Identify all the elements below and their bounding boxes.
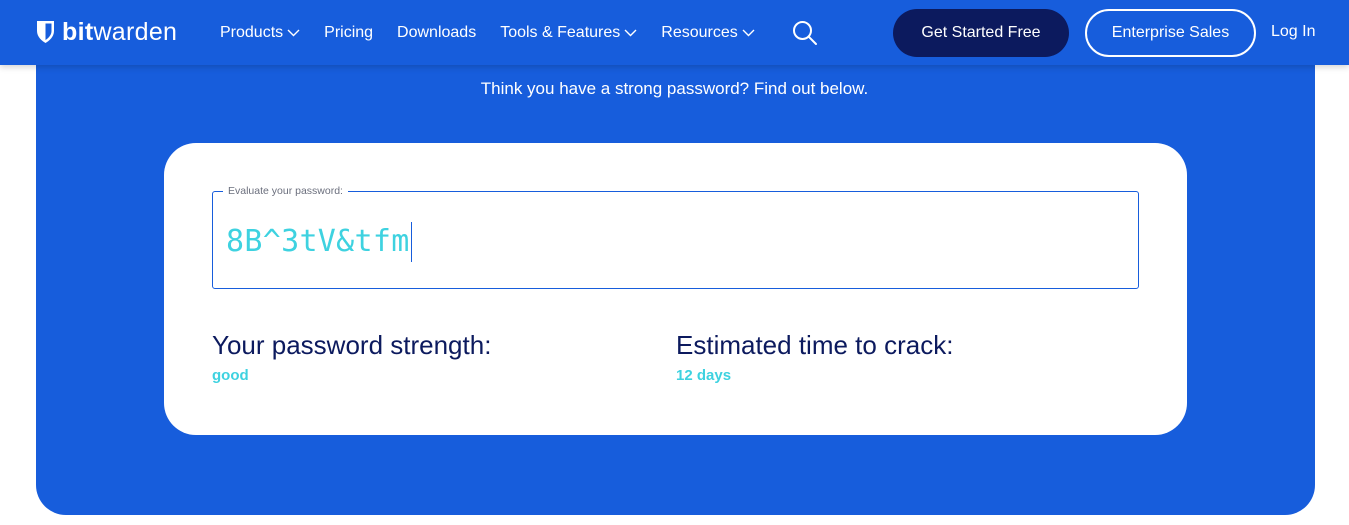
crack-time-result: Estimated time to crack: 12 days [676,330,953,384]
shield-icon [37,21,54,43]
bitwarden-logo[interactable]: bitwarden [36,19,177,45]
password-input-value[interactable]: 8B^3tV&tfm [226,222,412,262]
section-tagline: Think you have a strong password? Find o… [480,79,869,98]
top-navbar: bitwarden Products Pricing Downloads Too… [0,0,1349,65]
menu-tools-features-label: Tools & Features [500,23,621,41]
menu-pricing[interactable]: Pricing [324,24,373,42]
chevron-down-icon [624,29,637,36]
search-icon[interactable] [792,20,818,46]
menu-tools-features[interactable]: Tools & Features [500,24,637,42]
menu-pricing-label: Pricing [324,23,374,41]
strength-value: good [212,367,249,384]
crack-time-heading: Estimated time to crack: [676,330,954,360]
brand-name: bitwarden [62,19,177,45]
menu-downloads-label: Downloads [397,23,477,41]
text-caret [410,222,412,262]
menu-products[interactable]: Products [220,24,300,42]
menu-products-label: Products [220,23,284,41]
password-input-label: Evaluate your password: [223,185,348,197]
login-link[interactable]: Log In [1271,23,1315,41]
get-started-free-button[interactable]: Get Started Free [893,9,1069,57]
password-checker-card: Evaluate your password: 8B^3tV&tfm Your … [164,143,1187,435]
password-input[interactable]: Evaluate your password: 8B^3tV&tfm [212,185,1139,289]
strength-heading: Your password strength: [212,330,492,360]
brand-name-light: warden [93,18,178,46]
brand-name-bold: bit [62,18,94,46]
menu-resources-label: Resources [661,23,738,41]
enterprise-sales-button[interactable]: Enterprise Sales [1085,9,1256,57]
main-menu: Products Pricing Downloads Tools & Featu… [220,0,779,65]
strength-result: Your password strength: good [212,330,491,384]
password-text: 8B^3tV&tfm [226,224,410,259]
chevron-down-icon [287,29,300,36]
menu-downloads[interactable]: Downloads [397,24,476,42]
menu-resources[interactable]: Resources [661,23,755,42]
crack-time-value: 12 days [676,367,732,384]
chevron-down-icon [742,29,755,36]
